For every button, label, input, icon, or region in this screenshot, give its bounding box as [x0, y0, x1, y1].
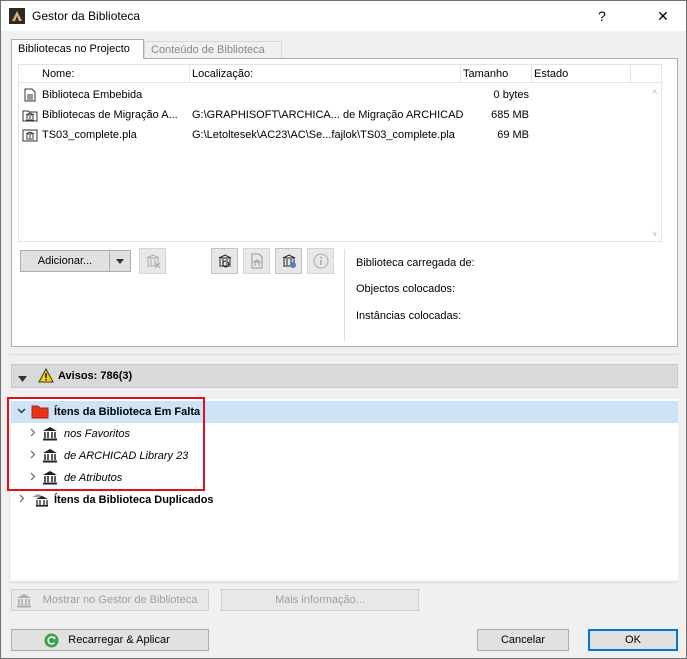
highlight-box	[7, 397, 205, 491]
remove-library-button[interactable]	[139, 248, 166, 274]
row-location: G:\Letoltesek\AC23\AC\Se...fajlok\TS03_c…	[192, 129, 455, 141]
library-settings-icon	[281, 253, 297, 272]
duplicate-library-icon	[31, 492, 49, 510]
library-icon	[16, 593, 32, 615]
add-dropdown-button[interactable]	[109, 250, 131, 272]
cancel-button[interactable]: Cancelar	[477, 629, 569, 651]
list-row[interactable]: TS03_complete.pla G:\Letoltesek\AC23\AC\…	[19, 125, 663, 145]
tab-libraries-in-project[interactable]: Bibliotecas no Projecto	[11, 39, 144, 59]
row-name: TS03_complete.pla	[42, 129, 137, 141]
column-divider[interactable]	[630, 65, 631, 83]
tree-item-duplicated[interactable]: Ítens da Biblioteca Duplicados	[11, 489, 678, 511]
row-location: G:\GRAPHISOFT\ARCHICA... de Migração ARC…	[192, 109, 464, 121]
open-library-button[interactable]	[243, 248, 270, 274]
scroll-up-icon[interactable]: ˄	[652, 87, 657, 97]
info-icon	[313, 253, 329, 272]
list-row[interactable]: Biblioteca Embebida 0 bytes	[19, 85, 663, 105]
column-header-name[interactable]: Nome:	[42, 68, 74, 80]
column-divider[interactable]	[460, 65, 461, 83]
loaded-from-label: Biblioteca carregada de:	[356, 257, 475, 269]
title-bar: Gestor da Biblioteca ? ✕	[1, 1, 686, 31]
column-divider[interactable]	[189, 65, 190, 83]
archicad-icon	[9, 8, 25, 24]
triangle-down-icon	[18, 373, 27, 385]
library-manager-window: Gestor da Biblioteca ? ✕ Bibliotecas no …	[0, 0, 687, 659]
column-divider[interactable]	[531, 65, 532, 83]
list-row[interactable]: Bibliotecas de Migração A... G:\GRAPHISO…	[19, 105, 663, 125]
row-size: 0 bytes	[493, 89, 529, 101]
instances-placed-label: Instâncias colocadas:	[356, 310, 462, 322]
row-name: Biblioteca Embebida	[42, 89, 143, 101]
row-name: Bibliotecas de Migração A...	[42, 109, 178, 121]
triangle-down-icon	[116, 255, 124, 267]
add-button[interactable]: Adicionar...	[20, 250, 110, 272]
library-reload-icon	[217, 253, 233, 272]
scroll-down-icon[interactable]: ˅	[652, 229, 657, 239]
refresh-icon	[44, 633, 59, 655]
help-button[interactable]: ?	[579, 1, 625, 31]
library-list[interactable]: Nome: Localização: Tamanho Estado Biblio…	[18, 64, 663, 242]
library-info-button[interactable]	[307, 248, 334, 274]
column-header-status[interactable]: Estado	[534, 68, 568, 80]
ok-button[interactable]: OK	[588, 629, 678, 651]
tab-panel: Nome: Localização: Tamanho Estado Biblio…	[11, 58, 678, 347]
list-header: Nome: Localização: Tamanho Estado	[19, 65, 663, 83]
close-button[interactable]: ✕	[640, 1, 686, 31]
library-remove-icon	[145, 253, 161, 272]
show-in-library-manager-label: Mostrar no Gestor de Biblioteca	[42, 594, 198, 606]
tree-item-label: Ítens da Biblioteca Duplicados	[54, 494, 214, 506]
row-size: 69 MB	[497, 129, 529, 141]
more-info-button[interactable]: Mais informação...	[221, 589, 419, 611]
splitter[interactable]	[9, 354, 678, 355]
folder-library-icon	[22, 108, 38, 125]
warning-icon	[38, 367, 54, 386]
pla-library-icon	[22, 128, 38, 145]
warnings-label: Avisos: 786(3)	[58, 370, 133, 382]
reload-library-button[interactable]	[211, 248, 238, 274]
divider	[9, 582, 678, 583]
tab-library-content[interactable]: Conteúdo de Biblioteca	[144, 41, 282, 59]
warnings-bar[interactable]: Avisos: 786(3)	[11, 364, 678, 388]
library-file-icon	[249, 253, 265, 272]
window-title: Gestor da Biblioteca	[32, 9, 141, 23]
panel-divider	[344, 249, 345, 341]
embedded-library-icon	[23, 88, 37, 105]
show-in-library-manager-button[interactable]: Mostrar no Gestor de Biblioteca	[11, 589, 209, 611]
column-header-size[interactable]: Tamanho	[463, 68, 508, 80]
reload-apply-label: Recarregar & Aplicar	[68, 634, 170, 646]
objects-placed-label: Objectos colocados:	[356, 283, 456, 295]
column-header-location[interactable]: Localização:	[192, 68, 253, 80]
library-settings-button[interactable]	[275, 248, 302, 274]
row-size: 685 MB	[491, 109, 529, 121]
list-scrollbar[interactable]: ˄ ˅	[650, 59, 662, 239]
reload-apply-button[interactable]: Recarregar & Aplicar	[11, 629, 209, 651]
chevron-right-icon[interactable]	[17, 494, 26, 506]
